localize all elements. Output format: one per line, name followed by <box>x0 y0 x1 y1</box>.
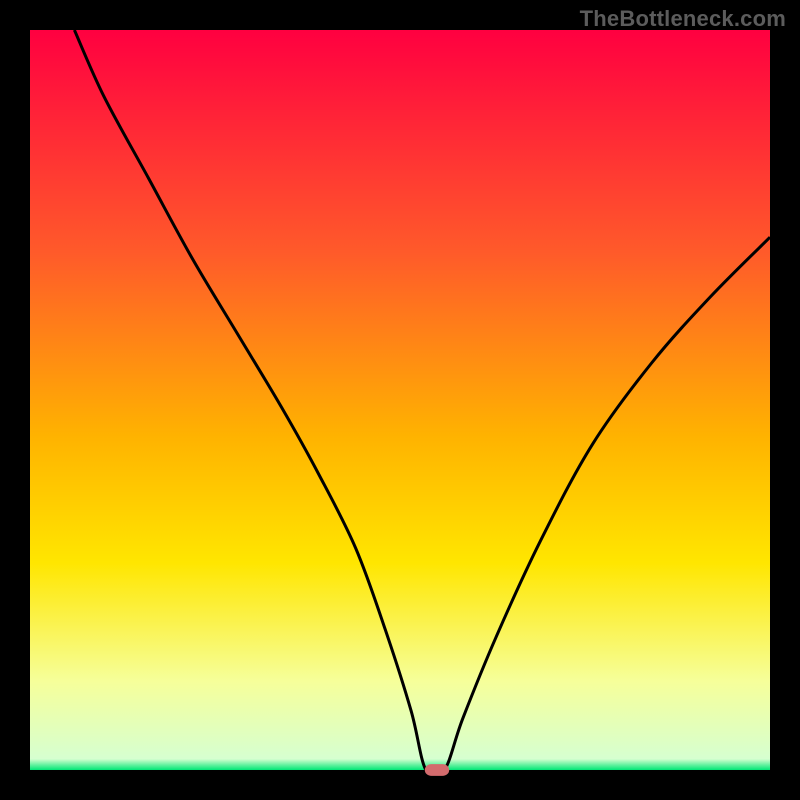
chart-frame: TheBottleneck.com <box>0 0 800 800</box>
bottleneck-chart <box>0 0 800 800</box>
watermark-text: TheBottleneck.com <box>580 6 786 32</box>
minimum-marker <box>425 764 449 776</box>
plot-background <box>30 30 770 770</box>
